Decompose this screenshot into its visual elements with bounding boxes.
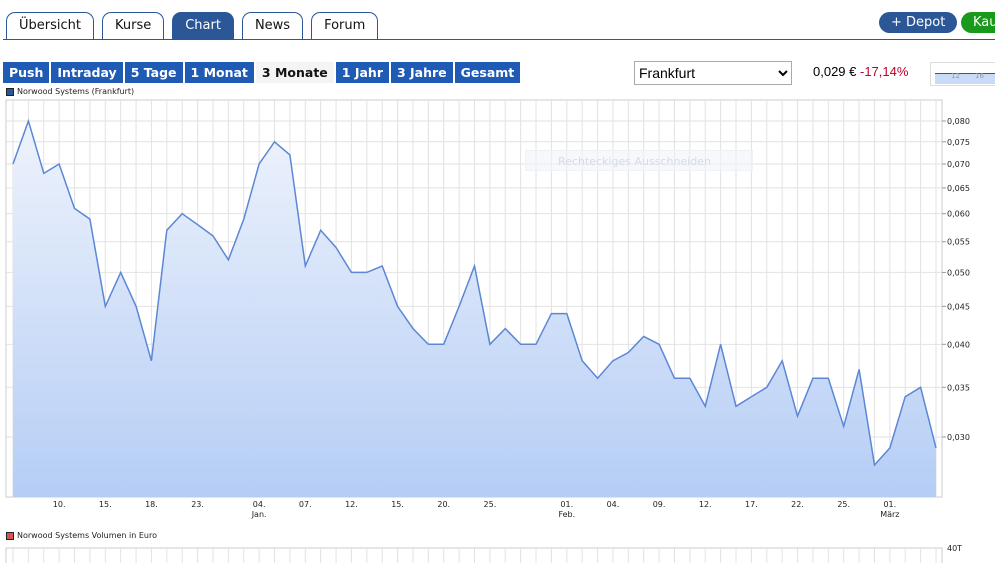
x-tick-label: 23. <box>191 500 204 509</box>
x-tick-sublabel: März <box>880 510 899 519</box>
x-tick-label: 22. <box>791 500 804 509</box>
y-tick-label: 0,045 <box>947 302 970 311</box>
y-tick-label: 0,060 <box>947 210 970 219</box>
x-tick-label: 10. <box>53 500 66 509</box>
x-tick-label: 17. <box>745 500 758 509</box>
y-tick-label: 0,070 <box>947 160 970 169</box>
y-tick-label: 0,040 <box>947 340 970 349</box>
x-tick-label: 15. <box>99 500 112 509</box>
x-tick-label: 07. <box>299 500 312 509</box>
y-tick-label: 0,055 <box>947 238 970 247</box>
x-tick-sublabel: Jan. <box>251 510 267 519</box>
x-tick-label: 25. <box>837 500 850 509</box>
x-tick-label: 15. <box>391 500 404 509</box>
x-tick-label: 01. <box>560 500 573 509</box>
x-tick-label: 18. <box>145 500 158 509</box>
price-chart[interactable]: 0,080 0,075 0,070 0,065 0,060 0,055 0,050 0,045… <box>0 0 995 563</box>
y-tick-label: 0,075 <box>947 138 970 147</box>
x-tick-label: 04. <box>607 500 620 509</box>
volume-y-tick-label: 40T <box>947 544 962 553</box>
x-tick-label: 04. <box>253 500 266 509</box>
y-tick-label: 0,080 <box>947 117 970 126</box>
x-tick-label: 12. <box>345 500 358 509</box>
x-tick-label: 09. <box>653 500 666 509</box>
y-tick-label: 0,030 <box>947 433 970 442</box>
x-tick-label: 12. <box>699 500 712 509</box>
snipping-overlay: Rechteckiges Ausschneiden <box>525 150 753 171</box>
x-tick-label: 01. <box>883 500 896 509</box>
x-tick-sublabel: Feb. <box>558 510 575 519</box>
overlay-text: Rechteckiges Ausschneiden <box>558 155 711 168</box>
y-tick-label: 0,035 <box>947 383 970 392</box>
y-tick-label: 0,050 <box>947 268 970 277</box>
x-tick-label: 25. <box>484 500 497 509</box>
y-tick-label: 0,065 <box>947 184 970 193</box>
x-tick-label: 20. <box>437 500 450 509</box>
